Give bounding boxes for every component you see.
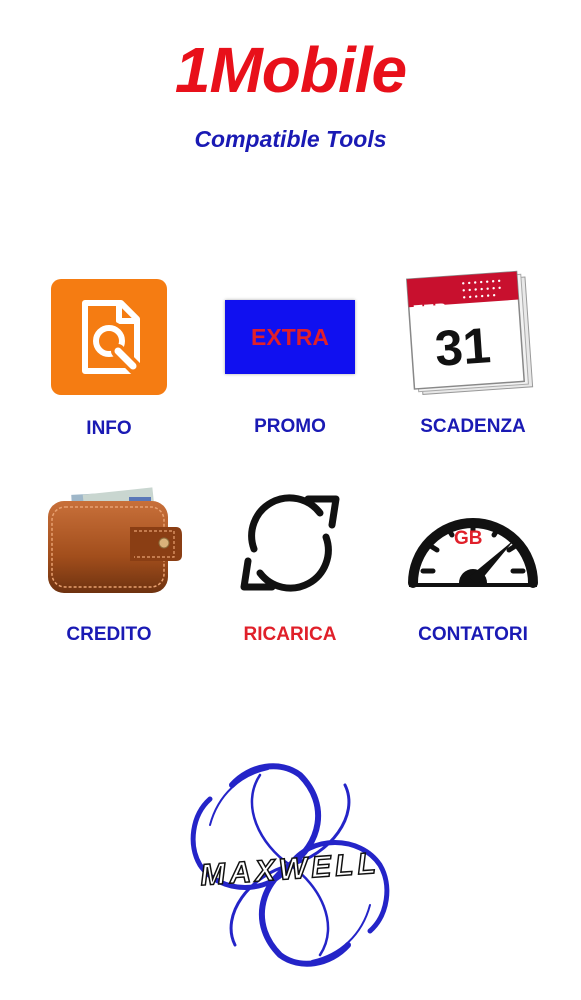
speedometer-icon: GB (393, 478, 553, 608)
tile-promo-label: PROMO (254, 416, 326, 437)
tile-scadenza-label: SCADENZA (420, 416, 526, 437)
app-title: 1Mobile (174, 34, 407, 106)
swirl-logo-icon: MAXWELL (170, 755, 410, 975)
wallet-icon (29, 478, 189, 608)
speedometer-unit: GB (454, 528, 483, 549)
tile-info-label: INFO (86, 418, 132, 439)
tile-info[interactable]: INFO (29, 272, 189, 462)
tile-ricarica[interactable]: RICARICA (210, 478, 370, 668)
tile-promo[interactable]: EXTRA PROMO (210, 272, 370, 462)
calendar-day: 31 (433, 317, 493, 377)
tile-scadenza[interactable]: FEB 31 SCADENZA (393, 270, 553, 462)
calendar-icon: FEB 31 (393, 270, 553, 402)
document-search-icon (29, 272, 189, 402)
refresh-icon (210, 478, 370, 608)
tile-contatori-label: CONTATORI (418, 624, 528, 645)
extra-badge-icon: EXTRA (210, 272, 370, 402)
extra-badge-text: EXTRA (251, 323, 329, 350)
tile-ricarica-label: RICARICA (243, 624, 337, 645)
app-subtitle: Compatible Tools (194, 126, 387, 152)
tile-credito[interactable]: CREDITO (29, 478, 189, 668)
tile-contatori[interactable]: GB CONTATORI (393, 478, 553, 668)
tile-credito-label: CREDITO (66, 624, 152, 645)
